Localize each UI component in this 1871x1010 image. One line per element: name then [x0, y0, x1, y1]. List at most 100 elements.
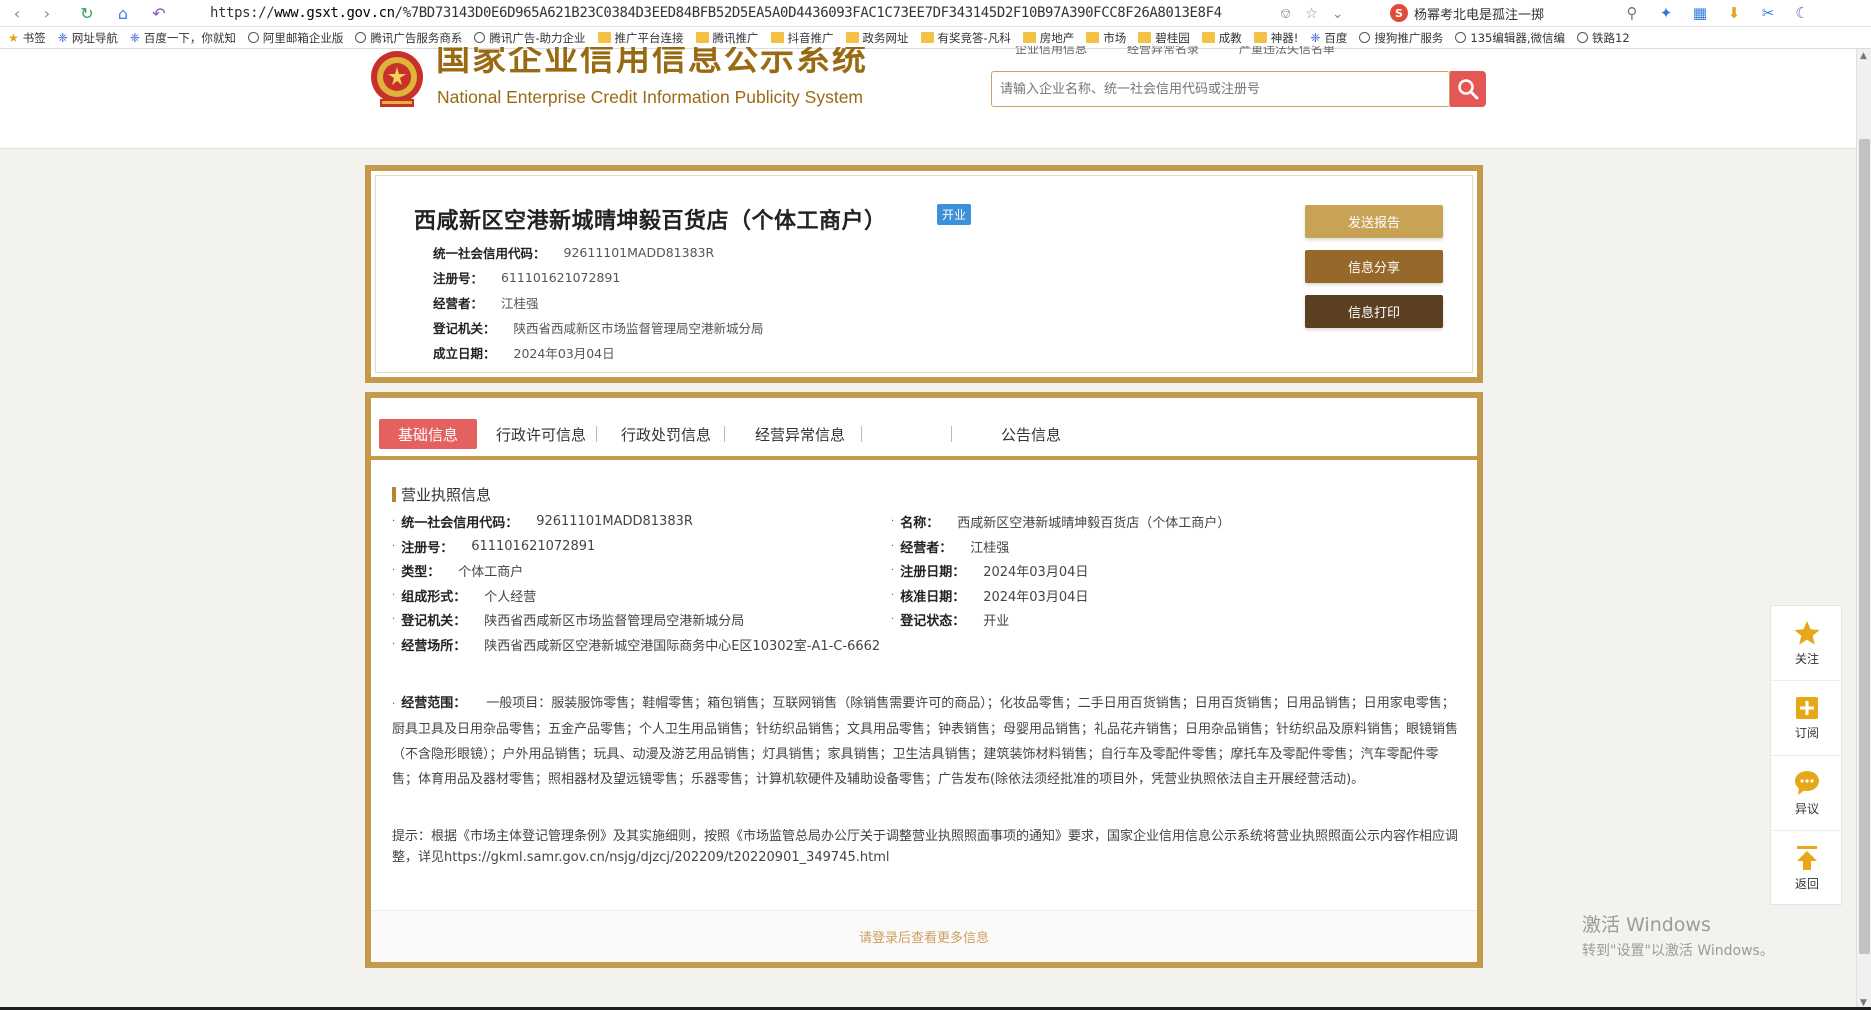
search-icon[interactable]: ⚲ [1622, 2, 1642, 24]
summary-value: 陕西省西咸新区市场监督管理局空港新城分局 [513, 321, 764, 336]
summary-row: 统一社会信用代码： 92611101MADD81383R [433, 240, 764, 265]
bookmark-item[interactable]: 阿里邮箱企业版 [247, 30, 343, 46]
top-link-credit[interactable]: 企业信用信息 [1015, 46, 1087, 58]
license-field: · 核准日期： 2024年03月04日 [891, 586, 1088, 605]
subscribe-button[interactable]: 订阅 [1771, 681, 1843, 756]
tab-abnormal-operation[interactable]: 经营异常信息 [745, 419, 855, 449]
license-field: · 经营场所： 陕西省西咸新区空港新城空港国际商务中心E区10302室-A1-C-6… [392, 635, 880, 654]
tab-bar: 基础信息 行政许可信息 行政处罚信息 经营异常信息 公告信息 [371, 398, 1477, 460]
url-field[interactable]: https://www.gsxt.gov.cn/%7BD73143D0E6D96… [210, 3, 1250, 24]
bookmark-item[interactable]: ❈ 百度 [1310, 30, 1347, 46]
paw-icon: ❈ [1310, 30, 1321, 45]
field-label: 登记机关： [401, 614, 467, 629]
bookmark-item[interactable]: 腾讯广告-助力企业 [474, 30, 586, 46]
bookmark-item[interactable]: 推广平台连接 [597, 30, 684, 46]
bookmark-item[interactable]: 碧桂园 [1138, 30, 1190, 46]
page-scrollbar[interactable]: ▲ ▼ [1856, 49, 1871, 1010]
bookmark-item[interactable]: 成教 [1201, 30, 1242, 46]
url-path: /%7BD73143D0E6D965A621B23C0384D3EED84BFB… [394, 5, 1222, 21]
bookmark-star-icon[interactable]: ☆ [1305, 6, 1318, 22]
scissors-icon[interactable]: ✂ [1758, 2, 1778, 24]
bookmark-label: 135编辑器,微信编 [1470, 30, 1565, 45]
send-report-button[interactable]: 发送报告 [1305, 205, 1443, 238]
bookmark-item[interactable]: 铁路12 [1577, 30, 1630, 46]
license-field: · 登记机关： 陕西省西咸新区市场监督管理局空港新城分局 [392, 610, 744, 629]
globe-icon [474, 32, 486, 43]
bookmark-item[interactable]: 抖音推广 [770, 30, 834, 46]
scroll-thumb[interactable] [1859, 139, 1870, 954]
license-field: · 组成形式： 个人经营 [392, 586, 536, 605]
field-label: 注册日期： [900, 565, 966, 580]
search-engine-icon[interactable]: S [1390, 4, 1408, 22]
read-mode-icon[interactable]: ⎊ [1280, 6, 1291, 22]
back-to-top-button[interactable]: 返回 [1771, 831, 1843, 906]
search-button[interactable] [1450, 71, 1486, 107]
dropdown-chevron-icon[interactable]: ⌄ [1332, 6, 1344, 22]
tab-admin-license[interactable]: 行政许可信息 [491, 419, 591, 449]
bookmark-item[interactable]: 腾讯广告服务商系 [355, 30, 462, 46]
bookmark-item[interactable]: 市场 [1086, 30, 1126, 46]
site-header: 国家企业信用信息公示系统 National Enterprise Credit … [0, 46, 1856, 149]
bookmark-label: 百度一下，你就知 [143, 30, 236, 45]
follow-button[interactable]: 关注 [1771, 606, 1843, 681]
home-icon[interactable]: ⌂ [110, 0, 136, 26]
field-value: 个人经营 [484, 589, 537, 605]
field-label: 组成形式： [401, 589, 467, 605]
bookmark-label: 推广平台连接 [614, 30, 684, 45]
bookmark-item[interactable]: 有奖竞答-凡科 [920, 30, 1011, 46]
company-search-input[interactable] [992, 72, 1432, 106]
summary-label: 统一社会信用代码： [433, 246, 546, 261]
login-link[interactable]: 请登录后查看更多信息 [859, 927, 989, 946]
bookmark-item[interactable]: 政务网址 [845, 30, 909, 46]
folder-icon [695, 32, 709, 43]
download-icon[interactable]: ⬇ [1724, 2, 1744, 24]
section-title-text: 营业执照信息 [401, 486, 492, 504]
back-icon[interactable]: ‹ [4, 0, 30, 26]
bookmark-item[interactable]: ❈ 百度一下，你就知 [130, 30, 236, 46]
watermark-line1: 激活 Windows [1582, 914, 1711, 936]
bookmark-label: 有奖竞答-凡科 [937, 30, 1011, 45]
extension-icon[interactable]: ✦ [1656, 2, 1676, 24]
bookmark-label: 书签 [22, 30, 46, 45]
tab-announcements[interactable]: 公告信息 [981, 419, 1081, 449]
star-icon [1794, 620, 1820, 645]
bookmark-item[interactable]: 135编辑器,微信编 [1455, 30, 1565, 46]
translate-icon[interactable]: ▦ [1690, 2, 1710, 24]
objection-button[interactable]: 异议 [1771, 756, 1843, 831]
moon-icon[interactable]: ☾ [1792, 2, 1812, 24]
company-name: 西咸新区空港新城晴坤毅百货店（个体工商户） [414, 209, 887, 234]
scope-value: 一般项目：服装服饰零售；鞋帽零售；箱包销售；互联网销售（除销售需要许可的商品）；… [392, 696, 1459, 787]
field-value: 西咸新区空港新城晴坤毅百货店（个体工商户） [957, 516, 1231, 531]
summary-value: 611101621072891 [501, 270, 621, 285]
field-value: 92611101MADD81383R [536, 514, 693, 529]
bookmarks-bar: ★ 书签 ❈ 网址导航 ❈ 百度一下，你就知 阿里邮箱企业版 腾讯广告服务商系 腾讯广告-助力企… [0, 27, 1871, 49]
bookmark-item[interactable]: ❈ 网址导航 [58, 30, 118, 46]
scroll-up-icon[interactable]: ▲ [1860, 51, 1867, 61]
undo-icon[interactable]: ↶ [146, 0, 172, 26]
globe-icon [1455, 32, 1467, 43]
share-info-button[interactable]: 信息分享 [1305, 250, 1443, 283]
print-info-button[interactable]: 信息打印 [1305, 295, 1443, 328]
refresh-icon[interactable]: ↻ [74, 0, 100, 26]
bookmark-item[interactable]: 腾讯推广 [695, 30, 759, 46]
bookmark-label: 百度 [1324, 30, 1348, 45]
summary-info: 统一社会信用代码： 92611101MADD81383R 注册号： 611101621… [433, 240, 764, 365]
bookmark-item[interactable]: 神器! [1253, 30, 1299, 46]
field-value: 611101621072891 [471, 538, 596, 554]
summary-label: 登记机关： [433, 321, 496, 336]
bookmark-item[interactable]: 搜狗推广服务 [1359, 30, 1443, 46]
forward-icon[interactable]: › [34, 0, 60, 26]
field-label: 统一社会信用代码： [401, 516, 519, 531]
tab-basic-info[interactable]: 基础信息 [379, 419, 477, 449]
paw-icon: ❈ [57, 30, 68, 45]
field-label: 名称： [900, 516, 940, 531]
bookmark-label: 神器! [1270, 30, 1299, 45]
bookmark-item[interactable]: 房地产 [1022, 30, 1074, 46]
summary-value: 92611101MADD81383R [563, 245, 715, 260]
tab-admin-penalty[interactable]: 行政处罚信息 [611, 419, 721, 449]
bookmark-item[interactable]: ★ 书签 [8, 30, 46, 46]
top-link-abnormal[interactable]: 经营异常名录 [1127, 46, 1199, 58]
search-hint[interactable]: 杨幂考北电是孤注一掷 [1414, 4, 1544, 23]
top-link-illegal[interactable]: 严重违法失信名单 [1239, 46, 1335, 58]
field-label: 注册号： [401, 540, 454, 556]
